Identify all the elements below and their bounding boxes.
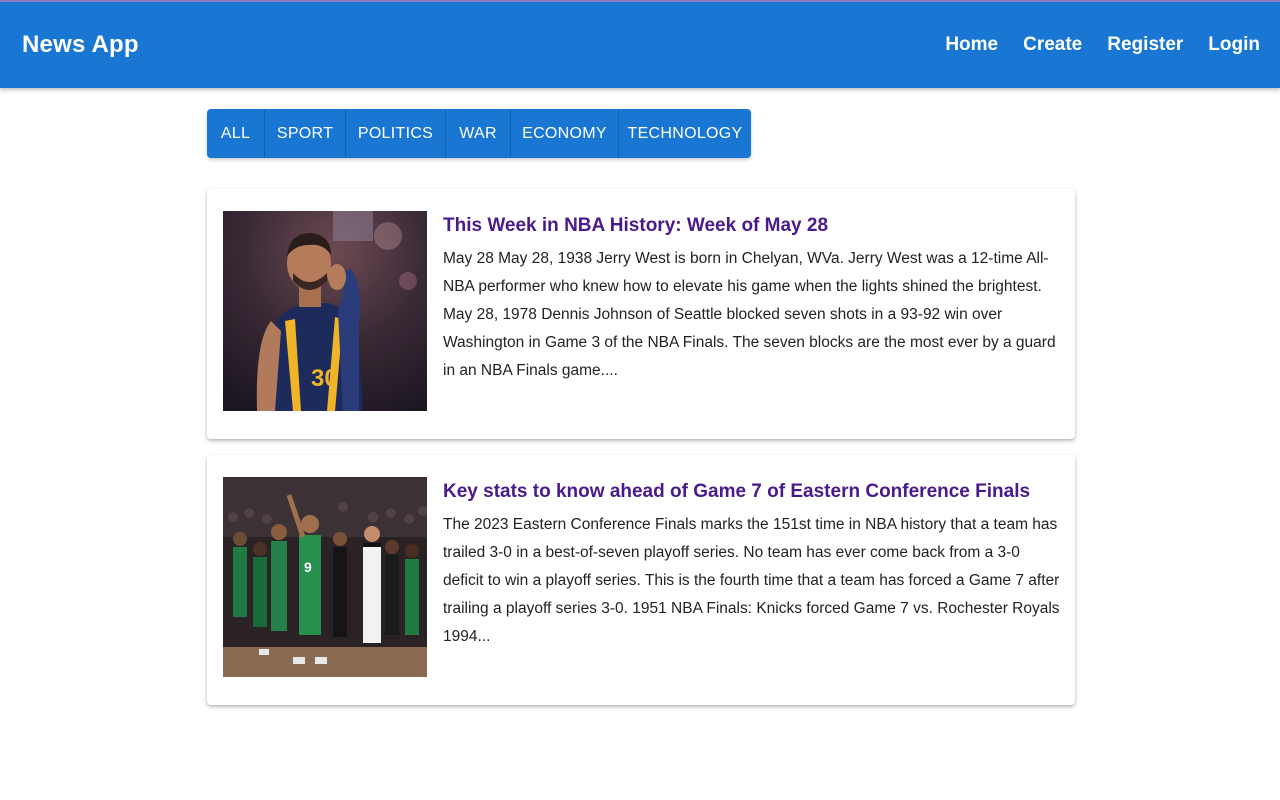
article-content: This Week in NBA History: Week of May 28… — [443, 215, 1063, 385]
article-title[interactable]: Key stats to know ahead of Game 7 of Eas… — [443, 481, 1063, 503]
nav-create-link[interactable]: Create — [1023, 34, 1082, 56]
app-brand[interactable]: News App — [22, 31, 139, 59]
article-card[interactable]: 9 Key stats to know ahead of Game 7 of E… — [207, 455, 1075, 705]
article-thumbnail[interactable]: 9 — [223, 477, 427, 677]
category-button-group: ALL SPORT POLITICS WAR ECONOMY TECHNOLOG… — [207, 109, 751, 158]
basketball-player-image: 30 — [223, 211, 427, 411]
nav-home-link[interactable]: Home — [945, 34, 998, 56]
app-bar: News App Home Create Register Login — [0, 0, 1280, 88]
jersey-number: 9 — [304, 559, 312, 575]
nav-login-link[interactable]: Login — [1208, 34, 1260, 56]
article-excerpt: May 28 May 28, 1938 Jerry West is born i… — [443, 250, 1056, 379]
article-content: Key stats to know ahead of Game 7 of Eas… — [443, 481, 1063, 651]
category-war-button[interactable]: WAR — [446, 109, 511, 158]
category-economy-button[interactable]: ECONOMY — [511, 109, 619, 158]
jersey-number: 30 — [311, 365, 338, 392]
article-card[interactable]: 30 This Week in NBA History: Week of May… — [207, 189, 1075, 439]
article-excerpt: The 2023 Eastern Conference Finals marks… — [443, 516, 1060, 645]
article-thumbnail[interactable]: 30 — [223, 211, 427, 411]
category-all-button[interactable]: ALL — [207, 109, 265, 158]
category-sport-button[interactable]: SPORT — [265, 109, 346, 158]
basketball-team-image: 9 — [223, 477, 427, 677]
article-title[interactable]: This Week in NBA History: Week of May 28 — [443, 215, 1063, 237]
main-nav: Home Create Register Login — [945, 34, 1260, 56]
category-technology-button[interactable]: TECHNOLOGY — [619, 109, 751, 158]
nav-register-link[interactable]: Register — [1107, 34, 1183, 56]
category-politics-button[interactable]: POLITICS — [346, 109, 446, 158]
